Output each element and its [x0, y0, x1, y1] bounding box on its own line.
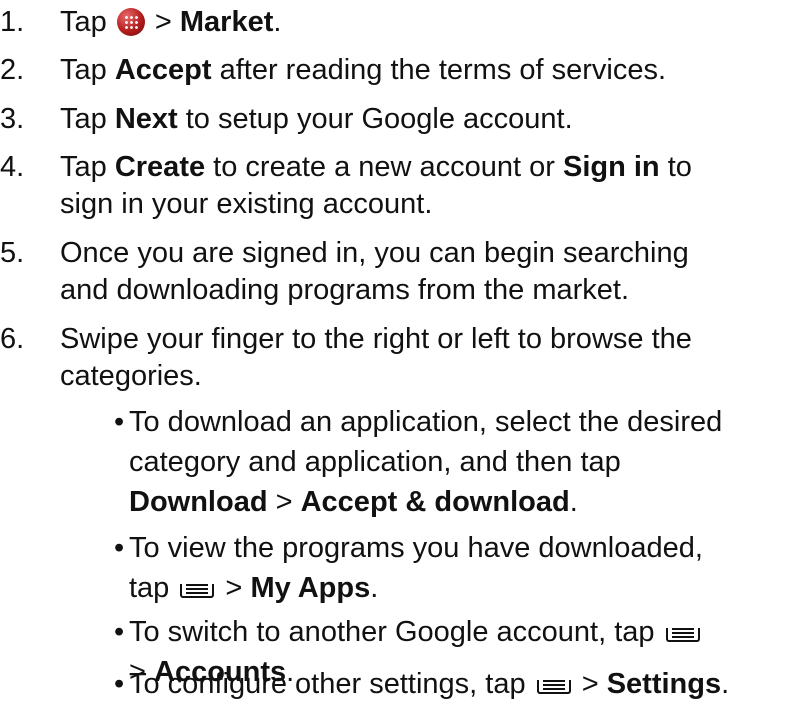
app-drawer-icon [116, 8, 145, 36]
step-text-part: Tap [60, 54, 115, 86]
bullet-text-part: . [721, 668, 730, 700]
menu-icon [536, 680, 571, 694]
step-bold-term: Sign in [562, 151, 660, 183]
step-text-part: . [273, 6, 282, 38]
step-bold-term: Next [114, 103, 178, 135]
step-number: 3. [0, 103, 25, 135]
bullet-text-part: > [217, 572, 251, 604]
bullet-bold-term: My Apps [250, 572, 371, 604]
menu-icon [180, 584, 215, 598]
step-text-part: > [146, 6, 180, 38]
bullet-bold-term: Settings [606, 668, 722, 700]
step-text: Tap Next to setup your Google account. [60, 101, 805, 138]
bullet-bold-term: Download [129, 486, 268, 518]
step-text-part: Tap [60, 103, 115, 135]
bullet-bold-term: Accept & download [300, 486, 570, 518]
bullet-text-part: > [573, 668, 607, 700]
bullet-text-part: To configure other settings, tap [129, 668, 534, 700]
step-text-part: sign in your existing account. [60, 188, 433, 220]
bullet-text-part: category and application, and then tap [129, 446, 621, 478]
bullet-marker: • [114, 616, 125, 648]
bullet-marker: • [114, 532, 125, 564]
step-number: 1. [0, 6, 25, 38]
step-text: Tap > Market. [60, 4, 805, 41]
step-text: Tap Accept after reading the terms of se… [60, 52, 805, 89]
bullet-marker: • [114, 668, 125, 700]
step-text: Tap Create to create a new account or Si… [60, 149, 805, 223]
bullet-text-part: . [569, 486, 578, 518]
step-number: 2. [0, 54, 25, 86]
menu-icon [665, 628, 700, 642]
bullet-text-part: To download an application, select the d… [129, 406, 723, 438]
step-number: 6. [0, 323, 25, 355]
bullet-text: To download an application, select the d… [129, 402, 805, 522]
step-text-part: to setup your Google account. [177, 103, 573, 135]
step-bold-term: Market [179, 6, 274, 38]
bullet-text-part: > [267, 486, 301, 518]
step-text-part: Once you are signed in, you can begin se… [60, 237, 689, 269]
step-text-part: categories. [60, 360, 202, 392]
step-text-part: Tap [60, 6, 115, 38]
step-text-part: Tap [60, 151, 115, 183]
bullet-text-part: To view the programs you have downloaded… [129, 532, 703, 564]
bullet-text: To view the programs you have downloaded… [129, 528, 805, 608]
step-text-part: to [659, 151, 692, 183]
bullet-text-part: . [370, 572, 379, 604]
step-bold-term: Accept [114, 54, 212, 86]
bullet-text-part: To switch to another Google account, tap [129, 616, 663, 648]
step-text-part: to create a new account or [205, 151, 563, 183]
step-text-part: after reading the terms of services. [211, 54, 667, 86]
step-number: 4. [0, 151, 25, 183]
step-text: Swipe your finger to the right or left t… [60, 321, 805, 395]
bullet-text: To configure other settings, tap > Setti… [129, 664, 805, 704]
bullet-text-part: tap [129, 572, 178, 604]
step-text-part: and downloading programs from the market… [60, 274, 630, 306]
instruction-page: 1. Tap > Market. 2. Tap Accept after rea… [0, 0, 808, 709]
bullet-marker: • [114, 406, 125, 438]
step-number: 5. [0, 237, 25, 269]
step-text: Once you are signed in, you can begin se… [60, 235, 805, 309]
step-text-part: Swipe your finger to the right or left t… [60, 323, 692, 355]
step-bold-term: Create [114, 151, 206, 183]
